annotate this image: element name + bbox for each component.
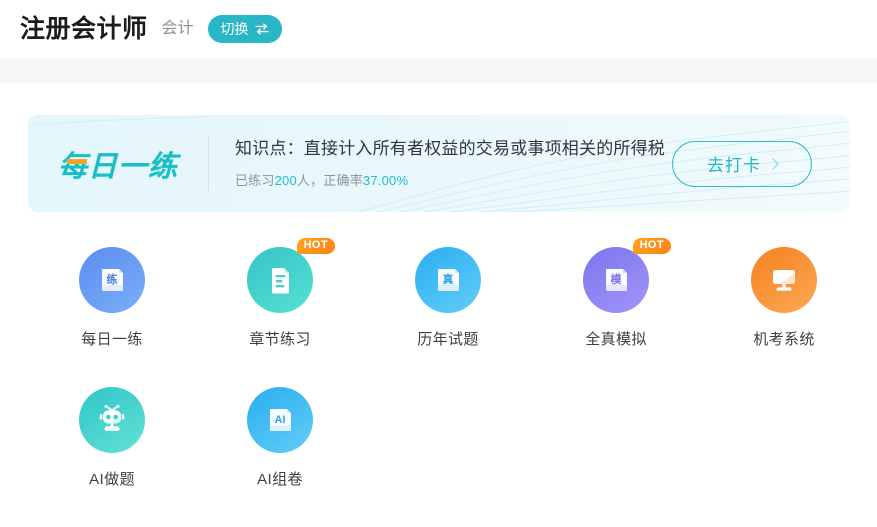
monitor-icon: [751, 247, 817, 313]
robot-icon: [79, 387, 145, 453]
svg-text:练: 练: [107, 272, 118, 286]
banner-logo-text: 每日一练: [57, 150, 178, 183]
feature-grid-row: 练 每日一练 HOT 章节练习 真 历年试题 模 HOT 全真模拟 机考系统: [28, 238, 868, 387]
icon-wrapper: 模 HOT: [583, 238, 671, 313]
svg-text:AI: AI: [275, 414, 286, 426]
stats-middle: 人，正确率: [296, 172, 363, 188]
icon-wrapper: [79, 387, 145, 453]
feature-item-full-simulation[interactable]: 模 HOT 全真模拟: [532, 238, 700, 387]
hot-badge: HOT: [296, 238, 335, 254]
go-checkin-button[interactable]: 去打卡: [672, 140, 812, 187]
app-header: 注册会计师 会计 切换: [0, 0, 877, 58]
icon-wrapper: 练: [79, 247, 145, 313]
svg-text:真: 真: [443, 272, 454, 286]
go-checkin-label: 去打卡: [707, 156, 761, 175]
banner-logo: 每日一练: [28, 143, 208, 185]
switch-subject-button[interactable]: 切换: [207, 15, 282, 43]
feature-label: 机考系统: [753, 331, 815, 348]
subject-label: 会计: [161, 20, 194, 37]
chevron-right-icon: [767, 157, 779, 170]
feature-grid-spacer: [700, 387, 868, 527]
feature-item-past-exams[interactable]: 真 历年试题: [364, 247, 532, 387]
feature-grid-spacer: [364, 387, 532, 527]
icon-wrapper: HOT: [247, 238, 335, 313]
feature-label: AI组卷: [257, 471, 303, 488]
practice-stats: 已练习200人，正确率37.00%: [235, 170, 672, 189]
icon-wrapper: [751, 247, 817, 313]
feature-item-cbt-system[interactable]: 机考系统: [700, 247, 868, 387]
daily-practice-banner[interactable]: 每日一练 知识点：直接计入所有者权益的交易或事项相关的所得税 已练习200人，正…: [28, 115, 850, 212]
document-lines-icon: [247, 247, 313, 313]
scroll-mo-icon: 模: [583, 247, 649, 313]
icon-wrapper: AI: [247, 387, 313, 453]
stats-practice-count: 200: [274, 172, 297, 188]
knowledge-point-text: 知识点：直接计入所有者权益的交易或事项相关的所得税: [235, 139, 665, 159]
feature-label: 每日一练: [81, 331, 143, 348]
scroll-zhen-icon: 真: [415, 247, 481, 313]
feature-item-ai-paper[interactable]: AI AI组卷: [196, 387, 364, 527]
logo-orange-accent-bar: [67, 158, 87, 164]
page-title: 注册会计师: [20, 14, 148, 43]
svg-text:模: 模: [611, 272, 623, 286]
hot-badge: HOT: [632, 238, 671, 254]
feature-item-chapter-practice[interactable]: HOT 章节练习: [196, 238, 364, 387]
banner-content: 知识点：直接计入所有者权益的交易或事项相关的所得税 已练习200人，正确率37.…: [209, 138, 672, 189]
feature-item-ai-questions[interactable]: AI做题: [28, 387, 196, 527]
header-divider-band: [0, 58, 877, 83]
icon-wrapper: 真: [415, 247, 481, 313]
scroll-lian-icon: 练: [79, 247, 145, 313]
feature-label: AI做题: [89, 471, 135, 488]
feature-grid-row: AI做题 AI AI组卷: [28, 387, 868, 527]
feature-label: 章节练习: [249, 331, 311, 348]
feature-label: 历年试题: [417, 331, 479, 348]
feature-grid: 练 每日一练 HOT 章节练习 真 历年试题 模 HOT 全真模拟 机考系统 A…: [28, 238, 868, 527]
feature-item-daily-practice[interactable]: 练 每日一练: [28, 247, 196, 387]
swap-arrows-icon: [254, 23, 269, 35]
feature-grid-spacer: [532, 387, 700, 527]
switch-button-label: 切换: [220, 21, 249, 37]
scroll-ai-icon: AI: [247, 387, 313, 453]
stats-prefix: 已练习: [235, 172, 275, 188]
stats-accuracy-value: 37.00%: [362, 172, 409, 188]
feature-label: 全真模拟: [585, 331, 647, 348]
